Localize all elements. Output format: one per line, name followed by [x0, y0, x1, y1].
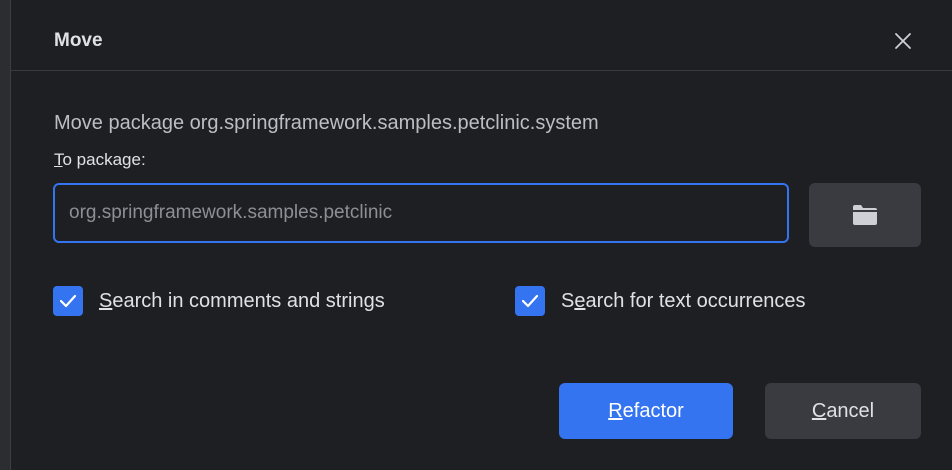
close-button[interactable] [886, 24, 920, 58]
label-post: arch for text occurrences [585, 289, 806, 312]
browse-package-button[interactable] [809, 183, 921, 247]
refactor-label: efactor [622, 399, 684, 422]
dialog-titlebar: Move [11, 0, 952, 71]
refactor-button[interactable]: Refactor [559, 383, 733, 439]
to-package-mnemonic: T [54, 150, 63, 169]
search-text-occurrences-label: Search for text occurrences [561, 290, 806, 313]
close-icon [895, 33, 911, 49]
folder-icon [853, 205, 877, 225]
checkmark-icon [59, 294, 77, 308]
dialog-title: Move [54, 30, 103, 51]
search-text-occurrences-checkbox[interactable]: Search for text occurrences [515, 284, 806, 318]
label-mnemonic: e [574, 289, 586, 312]
checkbox-box[interactable] [515, 286, 545, 316]
to-package-input[interactable] [53, 183, 789, 243]
cancel-label: ancel [826, 399, 875, 422]
label-mnemonic: S [99, 289, 113, 312]
to-package-label-text: o package: [62, 150, 146, 169]
move-description: Move package org.springframework.samples… [54, 112, 599, 134]
to-package-label: To package: [54, 150, 146, 170]
search-comments-checkbox[interactable]: Search in comments and strings [53, 284, 385, 318]
search-comments-label: Search in comments and strings [99, 290, 385, 313]
checkmark-icon [521, 294, 539, 308]
refactor-mnemonic: R [608, 399, 623, 422]
checkbox-box[interactable] [53, 286, 83, 316]
cancel-mnemonic: C [811, 399, 827, 422]
cancel-button[interactable]: Cancel [765, 383, 921, 439]
label-pre: S [561, 289, 575, 312]
move-dialog: Move Move package org.springframework.sa… [10, 0, 952, 470]
label-post: earch in comments and strings [112, 289, 385, 312]
